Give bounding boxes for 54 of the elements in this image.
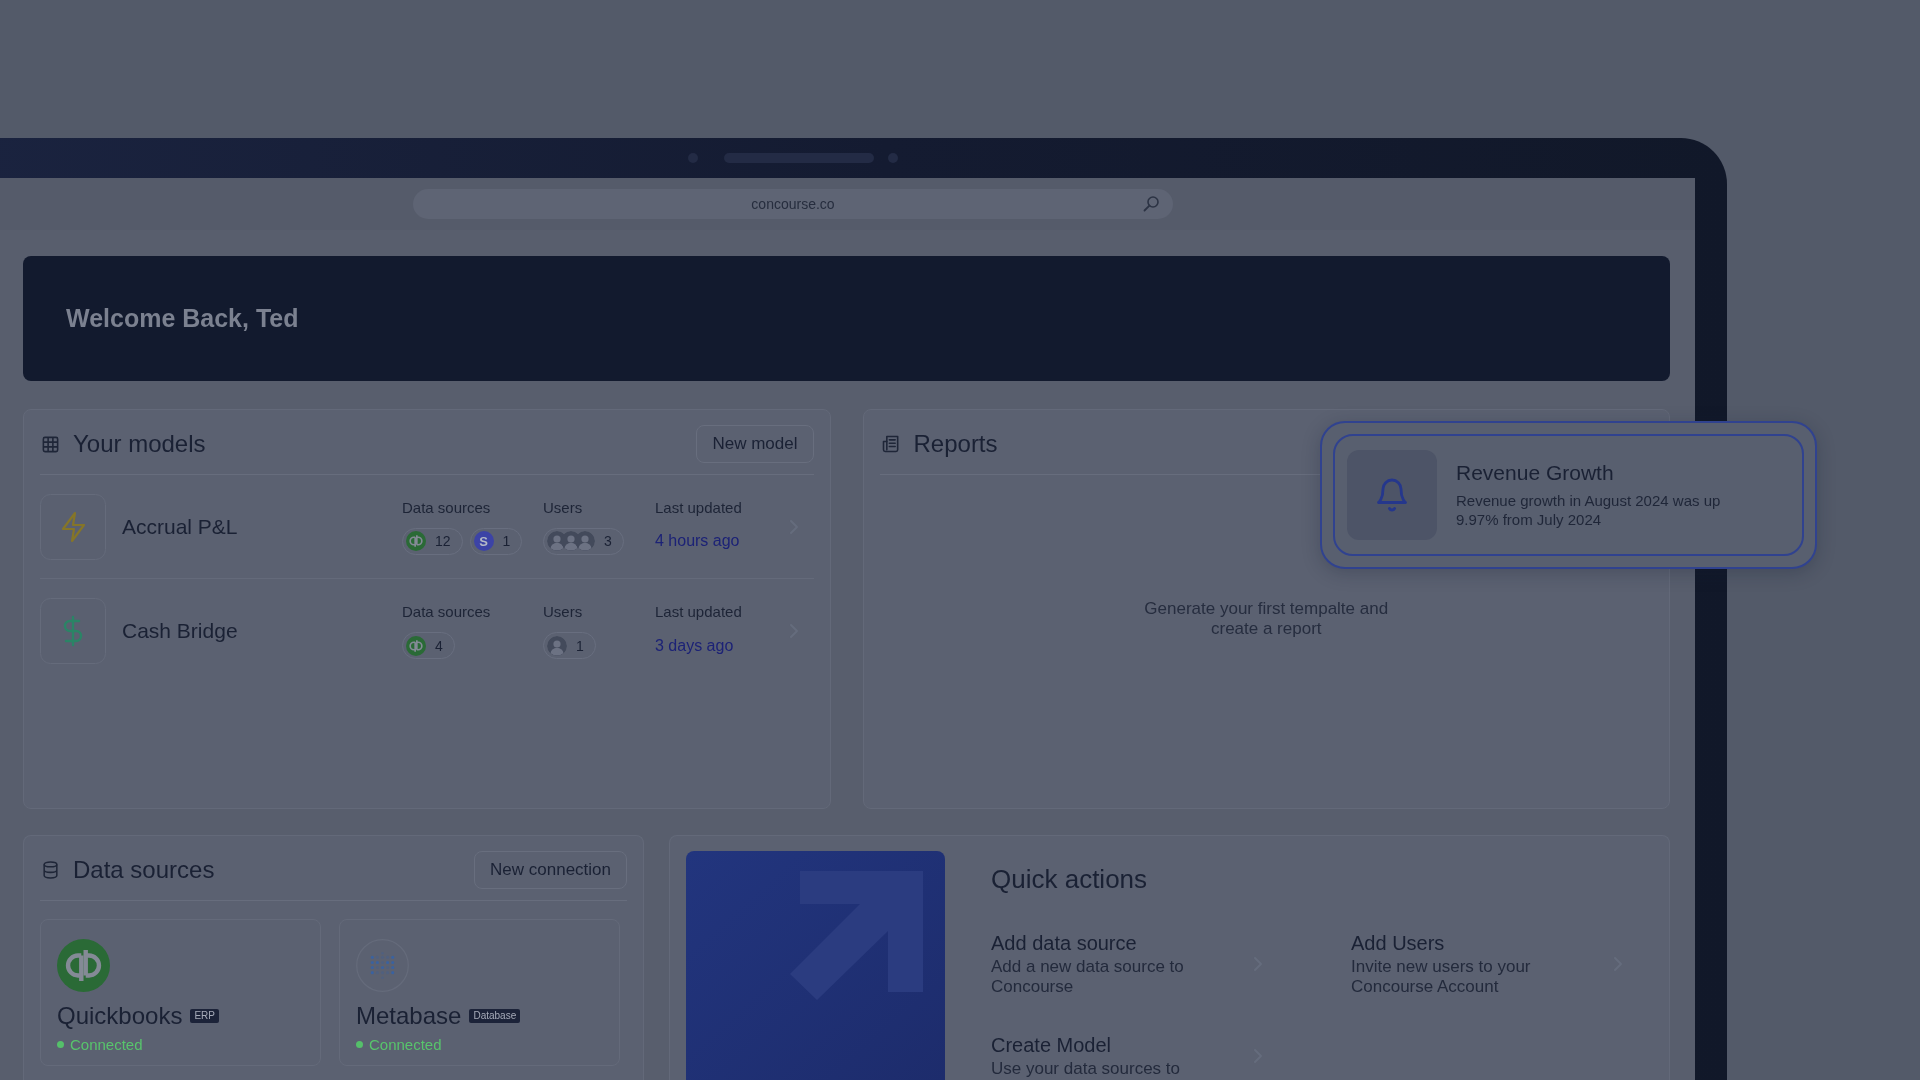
new-model-button[interactable]: New model: [696, 425, 814, 463]
column-label: Last updated: [655, 498, 742, 517]
status-text: Connected: [369, 1035, 442, 1053]
source-count: 1: [502, 533, 511, 549]
source-name: Metabase: [356, 1002, 462, 1030]
section-title: Your models: [73, 430, 206, 458]
user-count: 3: [604, 533, 612, 549]
url-field[interactable]: concourse.co: [413, 189, 1173, 219]
search-icon[interactable]: [1142, 195, 1160, 213]
section-title: Reports: [913, 430, 998, 458]
action-description: Add a new data source to Concourse: [991, 957, 1185, 997]
dollar-icon: [40, 598, 106, 664]
section-title: Quick actions: [991, 863, 1148, 895]
action-description: Invite new users to your Concourse Account: [1351, 957, 1532, 997]
action-title[interactable]: Create Model: [991, 1033, 1112, 1057]
logo-icon: [356, 939, 409, 992]
data-source-card[interactable]: Metabase Database Connected: [339, 919, 620, 1066]
category-tag: ERP: [190, 1009, 219, 1023]
column-label: Users: [543, 498, 583, 517]
bell-icon: [1347, 450, 1437, 540]
action-title[interactable]: Add data source: [991, 931, 1137, 955]
last-updated-time: 4 hours ago: [655, 532, 740, 550]
avatar-icon: [547, 635, 567, 656]
notification-title: Revenue Growth: [1456, 461, 1614, 485]
logo-icon: [57, 939, 110, 992]
action-description: Use your data sources to: [991, 1059, 1180, 1079]
source-count: 12: [435, 533, 451, 549]
category-tag: Database: [469, 1009, 521, 1023]
column-label: Last updated: [655, 603, 742, 621]
action-title[interactable]: Add Users: [1351, 931, 1445, 955]
column-label: Data sources: [402, 603, 491, 621]
last-updated-time: 3 days ago: [655, 636, 734, 655]
avatar-icon: [575, 531, 595, 551]
lightning-icon: [40, 493, 106, 560]
database-icon: [41, 860, 60, 880]
logo-icon: [406, 531, 426, 551]
welcome-title: Welcome Back, Ted: [66, 304, 299, 333]
status-text: Connected: [70, 1035, 143, 1053]
source-count: 4: [435, 637, 443, 654]
new-connection-button[interactable]: New connection: [474, 851, 627, 889]
newspaper-icon: [880, 434, 901, 454]
model-name: Accrual P&L: [122, 514, 238, 539]
notification-text: Revenue growth in August 2024 was up 9.97% from July 2024: [1456, 491, 1722, 529]
notification-card[interactable]: Revenue Growth Revenue growth in August 2024 was up 9.97% from July 2024: [1333, 434, 1804, 556]
source-name: Quickbooks: [57, 1002, 183, 1030]
user-count: 1: [576, 637, 584, 654]
table-icon: [41, 434, 60, 454]
logo-icon: [406, 635, 426, 656]
model-name: Cash Bridge: [122, 619, 238, 643]
source-logo: S: [473, 531, 494, 551]
data-source-card[interactable]: Quickbooks ERP Connected: [40, 919, 321, 1066]
section-title: Data sources: [73, 856, 215, 884]
column-label: Users: [543, 603, 583, 621]
column-label: Data sources: [402, 498, 491, 517]
